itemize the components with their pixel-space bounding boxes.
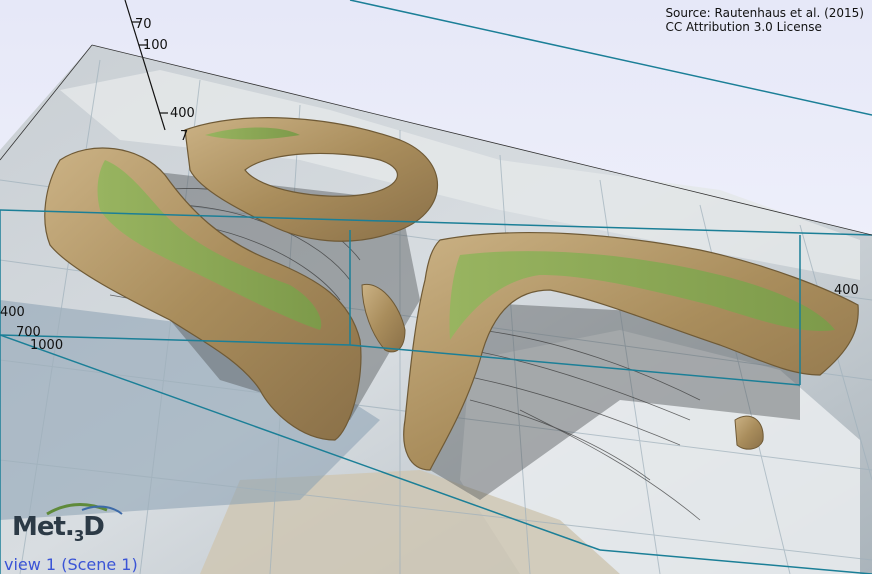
axis-tick-top-1: 100 [143,38,168,53]
credits-source: Source: Rautenhaus et al. (2015) [665,6,864,20]
axis-tick-left-0: 400 [0,305,25,320]
met3d-logo: Met.3D [12,500,123,550]
axis-tick-upper-left-1: 7 [180,129,189,144]
logo-text-main: Met. [12,512,75,542]
logo-text-sub: 3 [73,527,84,545]
logo-text-end: D [83,512,105,542]
credits-license: CC Attribution 3.0 License [665,20,822,34]
axis-tick-right-0: 400 [834,283,859,298]
3d-viewport[interactable]: 70 100 400 7 400 700 1000 400 Source: Ra… [0,0,872,574]
axis-tick-upper-left-0: 400 [170,106,195,121]
axis-tick-top-0: 70 [135,17,152,32]
view-label: view 1 (Scene 1) [4,555,138,574]
credits: Source: Rautenhaus et al. (2015) CC Attr… [665,6,864,34]
scene-canvas [0,0,872,574]
axis-tick-left-2: 1000 [30,338,64,353]
